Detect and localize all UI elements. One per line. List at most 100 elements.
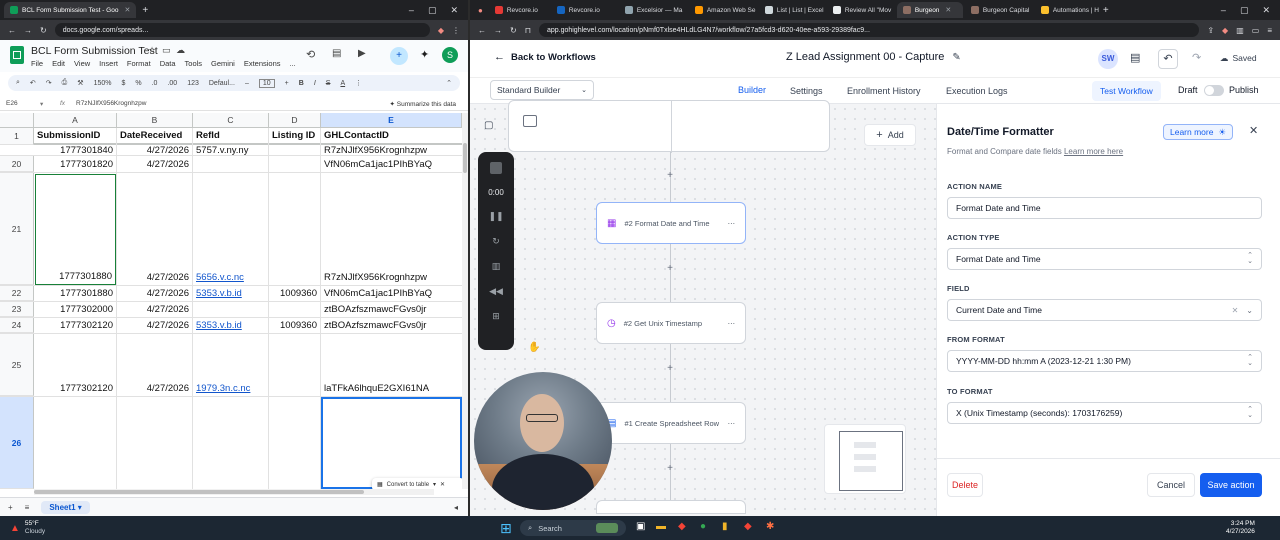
restart-icon[interactable]: ↻ <box>492 236 500 247</box>
action-type-select[interactable]: Format Date and Time ⌃ ⌄ <box>947 248 1262 270</box>
star-icon[interactable]: ☆ <box>148 45 156 56</box>
cell-e25[interactable]: laTFkA6lhquE2GXI61NA <box>321 334 462 396</box>
cell-partial-b[interactable]: 4/27/2026 <box>117 145 192 155</box>
gemini-icon[interactable]: ✦ <box>420 48 429 61</box>
undo-icon[interactable]: ↶ <box>30 79 36 87</box>
notes-icon[interactable]: ▤ <box>1130 51 1140 64</box>
extension-icon[interactable]: ◆ <box>1222 26 1228 35</box>
cell-c21[interactable]: 5656.v.c.nc <box>193 173 268 285</box>
publish-toggle[interactable] <box>1204 85 1224 96</box>
menu-tools[interactable]: Tools <box>185 59 203 68</box>
browser-tab-revcore-1[interactable]: Revcore.io <box>489 2 549 18</box>
row-header-20[interactable]: 20 <box>0 156 34 172</box>
close-tab-icon[interactable]: ✕ <box>124 6 130 14</box>
share-page-icon[interactable]: ⇪ <box>1207 26 1214 35</box>
header-ref-id[interactable]: RefId <box>193 128 268 145</box>
font-size-increase[interactable]: + <box>285 80 289 87</box>
row-header-21[interactable]: 21 <box>0 173 34 285</box>
node-menu-icon[interactable]: ⋯ <box>728 219 736 228</box>
header-ghl-contact-id[interactable]: GHLContactID <box>321 128 462 145</box>
close-window-icon[interactable]: ✕ <box>450 5 458 16</box>
search-icon[interactable]: ⌕ <box>16 79 20 87</box>
doc-title[interactable]: BCL Form Submission Test <box>31 45 158 57</box>
back-arrow-icon[interactable]: ← <box>478 26 486 35</box>
trigger-keyboard-icon[interactable] <box>523 115 537 127</box>
save-action-button[interactable]: Save action <box>1200 473 1262 497</box>
cell-partial-c[interactable]: 5757.v.ny.ny <box>193 145 268 155</box>
col-header-b[interactable]: B <box>117 113 193 128</box>
canvas-minimap[interactable] <box>824 424 906 494</box>
zoom-select[interactable]: 150% <box>94 80 112 87</box>
menu-data[interactable]: Data <box>160 59 176 68</box>
all-sheets-icon[interactable]: ≡ <box>25 503 30 512</box>
h-scroll-thumb[interactable] <box>34 490 364 494</box>
header-date-received[interactable]: DateReceived <box>117 128 192 145</box>
forward-arrow-icon[interactable]: → <box>24 26 32 35</box>
share-icon[interactable]: + <box>390 47 408 65</box>
workflow-node-spreadsheet-row[interactable]: ▤ #1 Create Spreadsheet Row ⋯ <box>596 402 746 444</box>
col-header-a[interactable]: A <box>34 113 117 128</box>
more-tools-icon[interactable]: ⋮ <box>355 79 362 87</box>
node-menu-icon[interactable]: ⋯ <box>728 319 736 328</box>
cell-b22[interactable]: 4/27/2026 <box>117 286 192 301</box>
to-format-select[interactable]: X (Unix Timestamp (seconds): 1703176259)… <box>947 402 1262 424</box>
menu-edit[interactable]: Edit <box>52 59 65 68</box>
cell-c24[interactable]: 5353.v.b.id <box>193 318 268 333</box>
add-step-plus-4[interactable]: + <box>665 464 675 474</box>
browser-tab-burgeon[interactable]: Burgeon ✕ <box>896 2 963 18</box>
cell-a20[interactable]: 1777301820 <box>34 156 116 172</box>
number-format-button[interactable]: 123 <box>187 80 199 87</box>
row-header-25[interactable]: 25 <box>0 334 34 396</box>
summarize-button[interactable]: ✦ Summarize this data <box>389 100 468 108</box>
chrome-icon[interactable]: ● <box>700 521 706 532</box>
convert-to-table-chip[interactable]: ▦ Convert to table ▾ ✕ <box>372 478 462 489</box>
row-header-1[interactable]: 1 <box>0 128 34 145</box>
col-header-c[interactable]: C <box>193 113 269 128</box>
col-header-e[interactable]: E <box>321 113 462 128</box>
comment-icon[interactable]: ▤ <box>332 48 341 59</box>
edit-pencil-icon[interactable]: ✎ <box>952 52 960 63</box>
cell-e20[interactable]: VfN06mCa1jac1PIhBYaQ <box>321 156 462 172</box>
menu-extensions[interactable]: Extensions <box>244 59 281 68</box>
chip-close-icon[interactable]: ✕ <box>440 481 445 488</box>
name-box[interactable]: E26 <box>0 100 40 107</box>
row-header-23[interactable]: 23 <box>0 302 34 317</box>
add-step-plus-3[interactable]: + <box>665 364 675 374</box>
clear-field-icon[interactable]: ✕ <box>1232 306 1239 315</box>
menu-more[interactable]: ... <box>290 59 296 68</box>
tab-execution-logs[interactable]: Execution Logs <box>946 78 1008 104</box>
workflow-node-unix-timestamp[interactable]: ◷ #2 Get Unix Timestamp ⋯ <box>596 302 746 344</box>
redo-icon[interactable]: ↷ <box>46 79 52 87</box>
reload-icon[interactable]: ↻ <box>510 26 517 35</box>
header-submission-id[interactable]: SubmissionID <box>34 128 116 145</box>
delete-button[interactable]: Delete <box>947 473 983 497</box>
from-format-select[interactable]: YYYY-MM-DD hh:mm A (2023-12-21 1:30 PM) ⌃… <box>947 350 1262 372</box>
history-icon[interactable]: ⟲ <box>306 48 315 61</box>
text-color-button[interactable]: A <box>340 80 345 87</box>
account-avatar[interactable]: S <box>442 47 458 63</box>
cloud-status-icon[interactable]: ☁ <box>176 45 185 56</box>
sheet-tab-sheet1[interactable]: Sheet1 ▾ <box>41 500 90 514</box>
bookmark-icon[interactable]: ⊓ <box>525 26 531 35</box>
col-header-d[interactable]: D <box>269 113 321 128</box>
taskbar-search[interactable]: ⌕ Search <box>520 520 626 536</box>
wallet-icon[interactable]: ▭ <box>1252 26 1260 35</box>
new-tab-icon[interactable]: + <box>1103 5 1109 16</box>
forward-arrow-icon[interactable]: → <box>494 26 502 35</box>
learn-more-link[interactable]: Learn more here <box>1064 147 1123 156</box>
italic-button[interactable]: I <box>314 80 316 87</box>
cell-a24[interactable]: 1777302120 <box>34 318 116 333</box>
decrease-decimal-button[interactable]: .0 <box>152 80 158 87</box>
cell-a25[interactable]: 1777302120 <box>34 334 116 396</box>
cell-c22[interactable]: 5353.v.b.id <box>193 286 268 301</box>
meet-icon[interactable]: ▶ <box>358 48 366 59</box>
chip-dropdown-icon[interactable]: ▾ <box>433 481 436 488</box>
browser-tab-excelsior[interactable]: Excelsior — Ma <box>619 2 687 18</box>
paint-format-icon[interactable]: ⚒ <box>77 79 83 87</box>
browser-tab-sheets[interactable]: BCL Form Submission Test - Goo ✕ <box>4 2 137 18</box>
windows-start-icon[interactable]: ⊞ <box>500 520 512 537</box>
scroll-thumb[interactable] <box>463 143 467 173</box>
print-icon[interactable]: ⎙ <box>62 79 68 87</box>
field-select[interactable]: Current Date and Time ✕ ⌄ <box>947 299 1262 321</box>
maximize-icon[interactable]: ▢ <box>428 5 437 16</box>
